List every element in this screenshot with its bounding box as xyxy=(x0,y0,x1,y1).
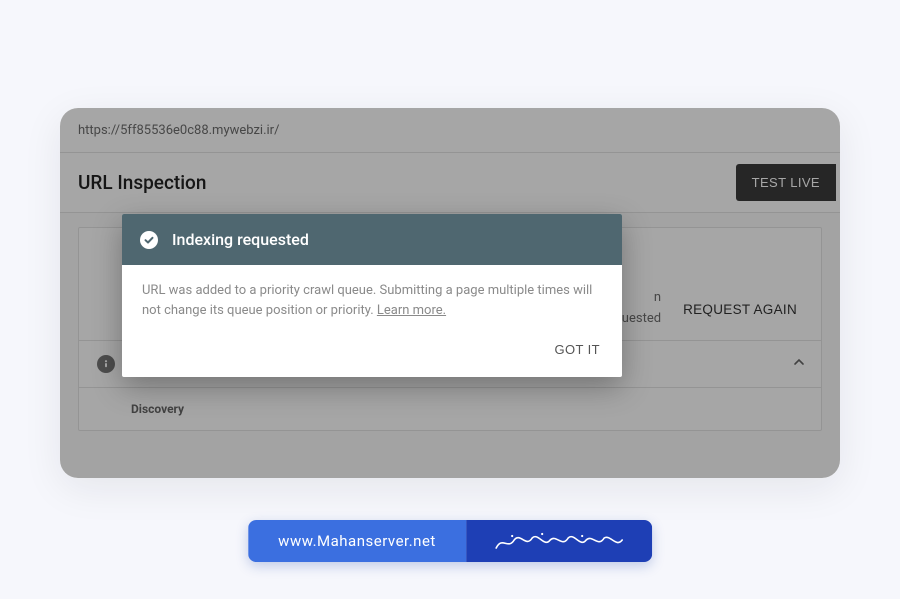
indexing-dialog: Indexing requested URL was added to a pr… xyxy=(122,214,622,377)
learn-more-link[interactable]: Learn more. xyxy=(377,303,446,318)
dialog-actions: GOT IT xyxy=(122,330,622,377)
dialog-header: Indexing requested xyxy=(122,214,622,265)
dialog-title: Indexing requested xyxy=(172,230,309,249)
dialog-body-text: URL was added to a priority crawl queue.… xyxy=(142,283,592,318)
dialog-body: URL was added to a priority crawl queue.… xyxy=(122,265,622,330)
footer-logo xyxy=(466,520,652,562)
check-circle-icon xyxy=(140,231,158,249)
got-it-button[interactable]: GOT IT xyxy=(551,336,605,363)
footer-badge: www.Mahanserver.net xyxy=(248,520,652,562)
footer-url: www.Mahanserver.net xyxy=(248,520,466,562)
